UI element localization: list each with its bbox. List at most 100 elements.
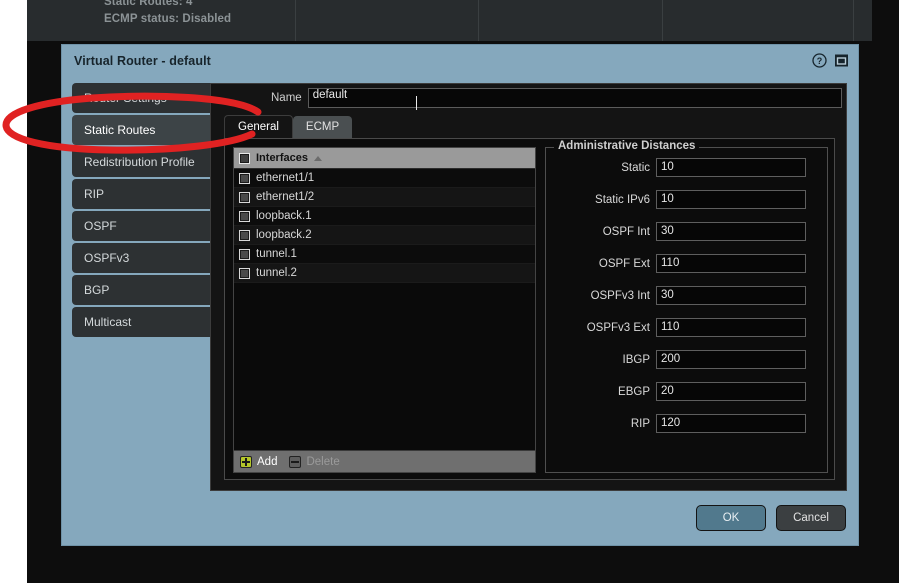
administrative-distances-group: Administrative Distances Static 10 Stati… xyxy=(545,140,828,473)
name-row: Name default xyxy=(211,84,848,112)
name-input[interactable]: default xyxy=(307,88,842,110)
sidebar-item-label: OSPF xyxy=(84,219,117,233)
ospfv3-int-distance-input[interactable]: 30 xyxy=(656,286,806,305)
sidebar-item-label: RIP xyxy=(84,187,105,201)
sidebar-item-redistribution-profile[interactable]: Redistribution Profile xyxy=(72,147,220,177)
field-row-ospfv3-int: OSPFv3 Int 30 xyxy=(546,283,827,308)
interface-name: tunnel.1 xyxy=(256,248,297,260)
cancel-button[interactable]: Cancel xyxy=(776,505,846,531)
sidebar-item-ospf[interactable]: OSPF xyxy=(72,211,220,241)
field-label: OSPF Int xyxy=(602,225,650,238)
column-header-interfaces[interactable]: Interfaces xyxy=(256,152,308,164)
background-column-divider xyxy=(478,0,479,41)
table-row[interactable]: ethernet1/2 xyxy=(234,188,535,207)
row-checkbox[interactable] xyxy=(239,229,250,241)
ospfv3-ext-distance-input[interactable]: 110 xyxy=(656,318,806,337)
static-distance-input[interactable]: 10 xyxy=(656,158,806,177)
tab-bar: General ECMP xyxy=(224,115,353,139)
background-column-divider xyxy=(295,0,296,41)
rip-distance-input[interactable]: 120 xyxy=(656,414,806,433)
field-label: OSPFv3 Ext xyxy=(586,321,650,334)
sidebar-item-rip[interactable]: RIP xyxy=(72,179,220,209)
dialog-footer: OK Cancel xyxy=(696,505,846,531)
table-row[interactable]: tunnel.1 xyxy=(234,245,535,264)
virtual-router-dialog: Virtual Router - default ? Router Settin… xyxy=(62,45,858,545)
add-button-label: Add xyxy=(257,455,278,468)
background-left-margin xyxy=(0,0,27,583)
row-checkbox[interactable] xyxy=(239,248,250,260)
field-row-ospf-int: OSPF Int 30 xyxy=(546,219,827,244)
sidebar-item-label: OSPFv3 xyxy=(84,251,130,265)
svg-text:?: ? xyxy=(817,56,823,66)
sidebar-item-label: Static Routes xyxy=(84,123,156,137)
row-checkbox[interactable] xyxy=(239,210,250,222)
field-label: OSPF Ext xyxy=(598,257,650,270)
select-all-checkbox[interactable] xyxy=(239,152,250,164)
dialog-title-icons: ? xyxy=(812,53,849,68)
table-row[interactable]: tunnel.2 xyxy=(234,264,535,283)
field-row-rip: RIP 120 xyxy=(546,411,827,436)
interfaces-table-header: Interfaces xyxy=(234,148,535,169)
row-checkbox[interactable] xyxy=(239,172,250,184)
minus-icon xyxy=(289,455,302,468)
background-ecmp-status-text: ECMP status: Disabled xyxy=(104,13,232,25)
sidebar-item-label: Multicast xyxy=(84,315,132,329)
maximize-icon[interactable] xyxy=(834,53,849,68)
ospf-int-distance-input[interactable]: 30 xyxy=(656,222,806,241)
background-column-divider xyxy=(662,0,663,41)
ebgp-distance-input[interactable]: 20 xyxy=(656,382,806,401)
field-row-ebgp: EBGP 20 xyxy=(546,379,827,404)
tab-label: ECMP xyxy=(305,121,340,133)
table-row[interactable]: loopback.1 xyxy=(234,207,535,226)
sidebar-item-router-settings[interactable]: Router Settings xyxy=(72,83,220,113)
background-static-routes-text: Static Routes: 4 xyxy=(104,0,193,8)
row-checkbox[interactable] xyxy=(239,267,250,279)
sidebar-item-bgp[interactable]: BGP xyxy=(72,275,220,305)
cancel-button-label: Cancel xyxy=(793,512,829,524)
field-row-static: Static 10 xyxy=(546,155,827,180)
sidebar-item-static-routes[interactable]: Static Routes xyxy=(72,115,220,145)
field-label: RIP xyxy=(630,417,650,430)
field-label: EBGP xyxy=(618,385,650,398)
ok-button-label: OK xyxy=(722,512,740,524)
field-label: OSPFv3 Int xyxy=(590,289,650,302)
dialog-sidebar: Router Settings Static Routes Redistribu… xyxy=(72,83,220,339)
dialog-content-pane: Name default General ECMP Interfaces eth… xyxy=(210,83,847,491)
tab-general[interactable]: General xyxy=(224,115,293,139)
interfaces-table-body: ethernet1/1 ethernet1/2 loopback.1 loopb… xyxy=(234,169,535,450)
tab-ecmp[interactable]: ECMP xyxy=(292,116,353,139)
sidebar-item-label: Router Settings xyxy=(84,91,167,105)
field-label: Static xyxy=(621,161,650,174)
add-button[interactable]: Add xyxy=(240,455,278,468)
screen: Static Routes: 4 ECMP status: Disabled V… xyxy=(0,0,899,583)
background-column-divider xyxy=(853,0,854,41)
help-icon[interactable]: ? xyxy=(812,53,827,68)
plus-icon xyxy=(240,455,252,468)
ok-button[interactable]: OK xyxy=(696,505,766,531)
static-ipv6-distance-input[interactable]: 10 xyxy=(656,190,806,209)
ibgp-distance-input[interactable]: 200 xyxy=(656,350,806,369)
name-input-value: default xyxy=(312,89,348,101)
sort-ascending-icon[interactable] xyxy=(313,155,322,161)
interface-name: ethernet1/1 xyxy=(256,172,315,184)
table-row[interactable]: loopback.2 xyxy=(234,226,535,245)
field-row-ospfv3-ext: OSPFv3 Ext 110 xyxy=(546,315,827,340)
ospf-ext-distance-input[interactable]: 110 xyxy=(656,254,806,273)
sidebar-item-label: Redistribution Profile xyxy=(84,155,195,169)
name-label: Name xyxy=(271,92,302,104)
row-checkbox[interactable] xyxy=(239,191,250,203)
sidebar-item-ospfv3[interactable]: OSPFv3 xyxy=(72,243,220,273)
delete-button: Delete xyxy=(289,455,340,468)
tab-panel-general: Interfaces ethernet1/1 ethernet1/2 loopb… xyxy=(224,138,835,480)
sidebar-item-multicast[interactable]: Multicast xyxy=(72,307,220,337)
table-row[interactable]: ethernet1/1 xyxy=(234,169,535,188)
interface-name: loopback.2 xyxy=(256,229,312,241)
interface-name: tunnel.2 xyxy=(256,267,297,279)
tab-label: General xyxy=(238,121,279,133)
interfaces-table-footer: Add Delete xyxy=(234,450,535,472)
interface-name: ethernet1/2 xyxy=(256,191,315,203)
sidebar-item-label: BGP xyxy=(84,283,110,297)
field-label: IBGP xyxy=(622,353,650,366)
interfaces-table: Interfaces ethernet1/1 ethernet1/2 loopb… xyxy=(233,147,536,473)
delete-button-label: Delete xyxy=(306,455,340,468)
